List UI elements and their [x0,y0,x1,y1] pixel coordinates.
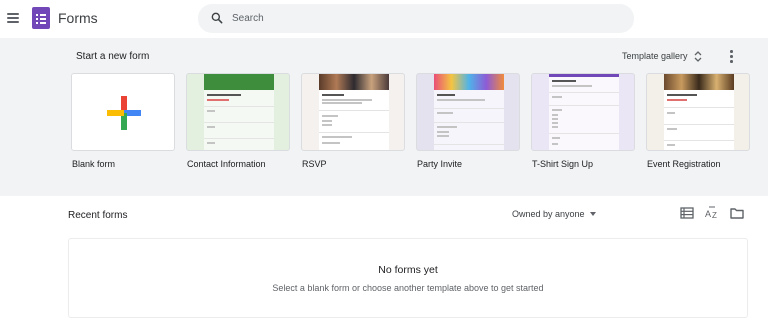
list-view-icon[interactable] [679,205,695,221]
template-label: Event Registration [647,159,721,169]
template-gallery-button[interactable]: Template gallery [616,46,708,66]
template-section: Start a new form Template gallery Blank … [0,38,768,196]
template-thumbnail[interactable] [71,73,175,151]
template-thumbnail[interactable] [301,73,405,151]
forms-logo-icon[interactable] [32,7,50,29]
caret-down-icon [589,212,596,216]
unfold-icon [694,50,701,62]
recent-forms-title: Recent forms [68,210,128,221]
template-label: T-Shirt Sign Up [532,159,594,169]
template-thumbnail[interactable] [186,73,290,151]
template-thumbnail[interactable] [646,73,750,151]
template-label: Contact Information [187,159,266,169]
search-input[interactable] [232,8,612,29]
search-icon[interactable] [210,11,224,25]
menu-icon[interactable] [4,9,22,27]
template-gallery-label: Template gallery [622,51,688,61]
empty-state-card: No forms yet Select a blank form or choo… [68,238,748,318]
empty-state-subtitle: Select a blank form or choose another te… [272,283,544,293]
template-thumbnail[interactable] [416,73,520,151]
section-title: Start a new form [76,51,150,62]
owner-filter-dropdown[interactable]: Owned by anyone [512,207,596,221]
more-vert-icon[interactable] [724,48,738,64]
empty-state-title: No forms yet [378,264,438,276]
folder-icon[interactable] [729,205,745,221]
template-label: Blank form [72,159,116,169]
search-bar[interactable] [198,4,634,33]
sort-az-icon[interactable]: A Z [704,205,720,221]
template-tshirt-sign-up[interactable]: T-Shirt Sign Up [531,73,635,169]
app-header: Forms [0,0,768,38]
plus-icon [107,96,141,130]
template-party-invite[interactable]: Party Invite [416,73,520,169]
template-rsvp[interactable]: RSVP [301,73,405,169]
svg-text:A: A [705,209,711,219]
template-label: Party Invite [417,159,463,169]
template-label: RSVP [302,159,327,169]
app-name[interactable]: Forms [58,10,98,26]
owner-filter-label: Owned by anyone [512,209,585,219]
template-thumbnail[interactable] [531,73,635,151]
template-blank-form[interactable]: Blank form [71,73,175,169]
template-event-registration[interactable]: Event Registration [646,73,750,169]
svg-text:Z: Z [712,211,717,220]
template-contact-information[interactable]: Contact Information [186,73,290,169]
